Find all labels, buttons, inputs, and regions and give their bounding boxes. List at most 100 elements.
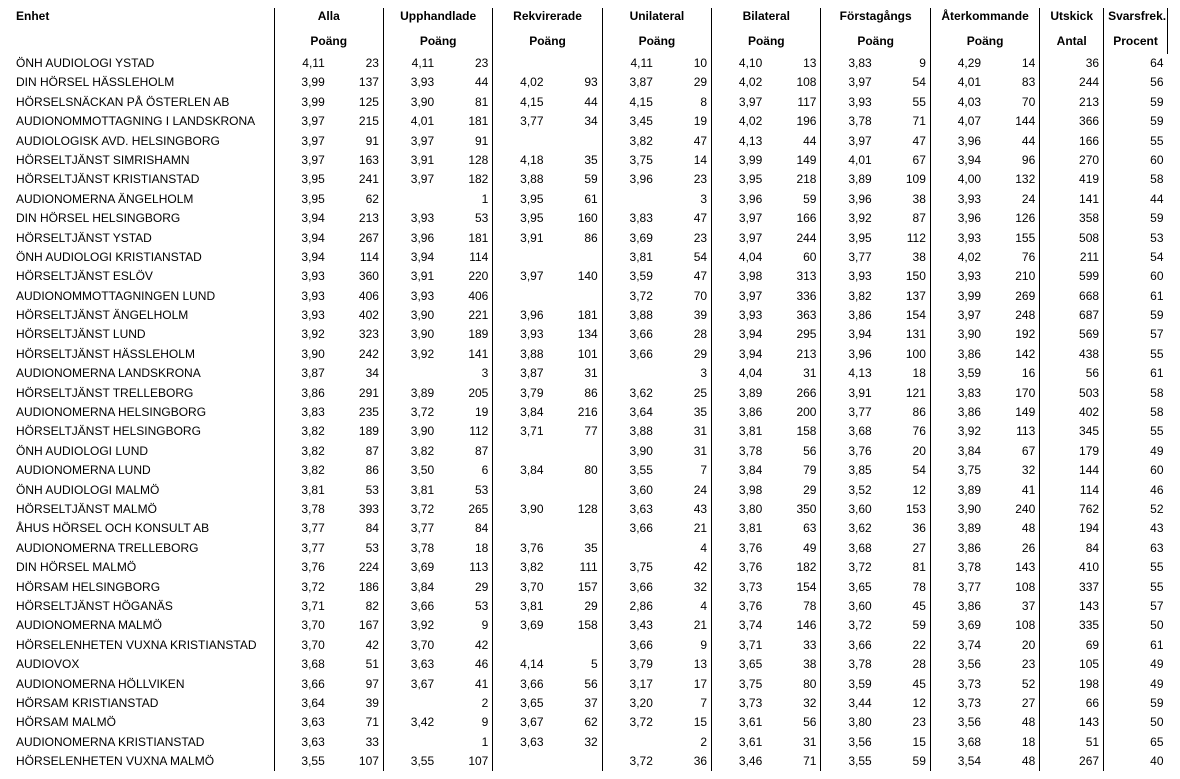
cell — [548, 54, 603, 73]
cell: 55 — [1104, 558, 1168, 577]
cell: 15 — [657, 713, 712, 732]
cell: 3,70 — [274, 616, 329, 635]
cell: 3,89 — [821, 170, 876, 189]
cell: 3,95 — [712, 170, 767, 189]
cell: 3,94 — [383, 248, 438, 267]
subheader-procent: Procent — [1104, 33, 1168, 54]
cell: 3,63 — [274, 713, 329, 732]
cell: 3,97 — [712, 287, 767, 306]
cell: 3,91 — [383, 267, 438, 286]
cell: 26 — [985, 539, 1040, 558]
table-row: HÖRSELTJÄNST YSTAD3,942673,961813,91863,… — [12, 229, 1168, 248]
cell: 149 — [766, 151, 821, 170]
cell: 42 — [329, 636, 384, 655]
cell: 438 — [1040, 345, 1104, 364]
cell: 56 — [1104, 73, 1168, 92]
cell — [548, 636, 603, 655]
cell: 19 — [657, 112, 712, 131]
cell — [493, 481, 548, 500]
cell: 3,95 — [493, 190, 548, 209]
cell: 41 — [985, 481, 1040, 500]
cell: 3,81 — [712, 519, 767, 538]
cell: 265 — [438, 500, 493, 519]
cell: 3,55 — [383, 752, 438, 771]
cell: 3,82 — [274, 422, 329, 441]
cell: 144 — [985, 112, 1040, 131]
cell: 32 — [657, 578, 712, 597]
cell: 4,11 — [602, 54, 657, 73]
unit-name: HÖRSELTJÄNST SIMRISHAMN — [12, 151, 274, 170]
cell: 3,73 — [712, 694, 767, 713]
cell: 3,86 — [930, 597, 985, 616]
cell — [548, 132, 603, 151]
cell: 3,93 — [274, 306, 329, 325]
cell: 3,97 — [712, 229, 767, 248]
cell: 3,74 — [930, 636, 985, 655]
cell: 3,97 — [712, 209, 767, 228]
cell: 42 — [657, 558, 712, 577]
cell: 3,72 — [602, 752, 657, 771]
cell: 3,74 — [712, 616, 767, 635]
cell: 59 — [876, 752, 931, 771]
cell: 35 — [657, 403, 712, 422]
cell: 36 — [876, 519, 931, 538]
cell: 3,82 — [602, 132, 657, 151]
subheader-poang: Poäng — [493, 33, 602, 54]
subheader-poang: Poäng — [712, 33, 821, 54]
cell: 198 — [1040, 675, 1104, 694]
cell: 3,95 — [821, 229, 876, 248]
cell: 3,92 — [821, 209, 876, 228]
cell: 181 — [548, 306, 603, 325]
cell: 51 — [1040, 733, 1104, 752]
cell: 410 — [1040, 558, 1104, 577]
cell: 55 — [876, 93, 931, 112]
cell: 56 — [766, 713, 821, 732]
cell: 150 — [876, 267, 931, 286]
cell: 3,90 — [383, 325, 438, 344]
cell: 3,93 — [930, 190, 985, 209]
cell: 3,68 — [821, 539, 876, 558]
cell: 3,76 — [274, 558, 329, 577]
cell: 48 — [985, 713, 1040, 732]
cell: 155 — [985, 229, 1040, 248]
cell: 71 — [766, 752, 821, 771]
cell: 3,97 — [383, 132, 438, 151]
cell: 3,59 — [821, 675, 876, 694]
cell: 189 — [438, 325, 493, 344]
cell: 3,76 — [712, 558, 767, 577]
cell: 313 — [766, 267, 821, 286]
cell: 3,97 — [821, 73, 876, 92]
cell: 3,94 — [821, 325, 876, 344]
cell: 3,95 — [274, 170, 329, 189]
cell: 3,77 — [274, 519, 329, 538]
cell: 3,89 — [712, 384, 767, 403]
unit-name: AUDIOLOGISK AVD. HELSINGBORG — [12, 132, 274, 151]
cell: 58 — [1104, 384, 1168, 403]
cell: 3,77 — [493, 112, 548, 131]
cell: 34 — [548, 112, 603, 131]
unit-name: AUDIONOMMOTTAGNING I LANDSKRONA — [12, 112, 274, 131]
unit-name: DIN HÖRSEL MALMÖ — [12, 558, 274, 577]
table-row: HÖRSELTJÄNST ÄNGELHOLM3,934023,902213,96… — [12, 306, 1168, 325]
cell: 100 — [876, 345, 931, 364]
cell: 79 — [766, 461, 821, 480]
cell: 3,72 — [383, 403, 438, 422]
cell: 76 — [876, 422, 931, 441]
table-row: HÖRSELTJÄNST HELSINGBORG3,821893,901123,… — [12, 422, 1168, 441]
cell: 52 — [1104, 500, 1168, 519]
cell: 114 — [438, 248, 493, 267]
cell: 3,63 — [493, 733, 548, 752]
cell: 3,94 — [712, 345, 767, 364]
cell: 3,91 — [383, 151, 438, 170]
cell: 143 — [985, 558, 1040, 577]
unit-name: HÖRSELTJÄNST MALMÖ — [12, 500, 274, 519]
cell: 335 — [1040, 616, 1104, 635]
table-row: AUDIONOMERNA HÖLLVIKEN3,66973,67413,6656… — [12, 675, 1168, 694]
cell: 358 — [1040, 209, 1104, 228]
cell: 345 — [1040, 422, 1104, 441]
cell: 44 — [548, 93, 603, 112]
unit-name: HÖRSAM HELSINGBORG — [12, 578, 274, 597]
cell: 2,86 — [602, 597, 657, 616]
cell: 3,73 — [712, 578, 767, 597]
unit-name: HÖRSAM MALMÖ — [12, 713, 274, 732]
